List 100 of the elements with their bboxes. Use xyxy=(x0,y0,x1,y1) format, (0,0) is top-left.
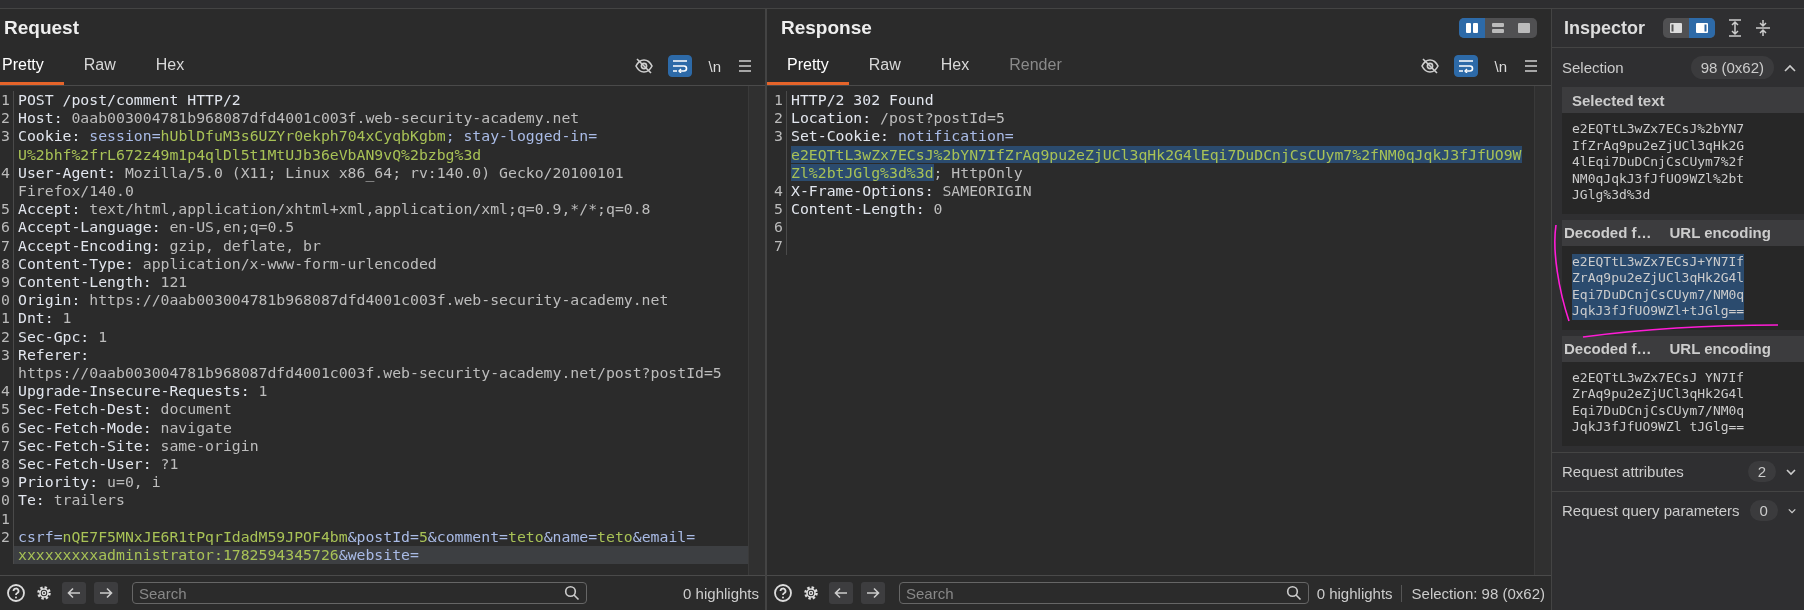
code-line: Te: trailers xyxy=(17,491,126,510)
line-number: 2 xyxy=(0,109,14,128)
help-icon[interactable] xyxy=(773,583,793,603)
code-line: Sec-Fetch-Site: same-origin xyxy=(17,436,260,456)
code-line: U%2bhf%2frL672z49m1p4qlDl5t1MtUJb36eVbAN9vQ%2bzbg%3d xyxy=(17,145,483,164)
expand-icon[interactable] xyxy=(1727,19,1744,37)
scrollbar[interactable] xyxy=(1534,86,1551,575)
newline-toggle[interactable]: \n xyxy=(1492,57,1509,75)
chevron-up-icon[interactable] xyxy=(1784,62,1796,73)
group-label[interactable]: Request query parameters xyxy=(1562,502,1740,519)
code-line: POST /post/comment HTTP/2 xyxy=(17,91,242,110)
code-line: Sec-Fetch-User: ?1 xyxy=(17,455,180,474)
newline-toggle[interactable]: \n xyxy=(706,57,723,75)
collapse-icon[interactable] xyxy=(1755,19,1772,37)
editor-tab[interactable]: Pretty xyxy=(767,47,849,85)
section-header: Decoded f… xyxy=(1564,340,1652,357)
eye-off-icon[interactable] xyxy=(1420,57,1441,75)
code-line: Accept: text/html,application/xhtml+xml,application/xml;q=0.9,*/*;q=0.8 xyxy=(17,200,652,219)
line-number: 6 xyxy=(767,218,787,237)
code-line: Sec-Fetch-Mode: navigate xyxy=(17,418,233,437)
settings-icon[interactable] xyxy=(801,583,821,603)
selection-count: 98 (0x62) xyxy=(1690,56,1774,79)
line-number: 4 xyxy=(0,163,14,201)
code-line: Sec-Gpc: 1 xyxy=(17,327,109,346)
line-number: 4 xyxy=(767,182,787,201)
code-line: csrf=nQE7F5MNxJE6R1tPqrIdadM59JPOF4bm&postId=5&comment=teto&name=teto&email= xyxy=(17,527,697,547)
help-icon[interactable] xyxy=(6,583,26,603)
settings-icon[interactable] xyxy=(34,583,54,603)
line-number: 2 xyxy=(767,109,787,128)
line-number: 5 xyxy=(0,400,14,419)
group-label[interactable]: Request attributes xyxy=(1562,463,1738,480)
line-number: 4 xyxy=(0,382,14,401)
columns-layout-icon[interactable] xyxy=(1459,18,1485,38)
editor-tab[interactable]: Hex xyxy=(135,47,205,85)
line-number: 6 xyxy=(0,218,14,237)
eye-off-icon[interactable] xyxy=(634,57,655,75)
code-line: Host: 0aab003004781b968087dfd4001c003f.web-security-academy.net xyxy=(17,109,581,128)
selection-label: Selection xyxy=(1562,59,1625,76)
line-number: 9 xyxy=(0,473,14,492)
code-line: HTTP/2 302 Found xyxy=(790,91,935,110)
line-number: 7 xyxy=(0,236,14,255)
code-line: Content-Length: 121 xyxy=(17,273,189,292)
editor-tab[interactable]: Pretty xyxy=(0,47,64,85)
line-number: 1 xyxy=(0,509,14,528)
highlights-count: 0 highlights xyxy=(1316,584,1393,602)
scrollbar[interactable] xyxy=(748,86,765,575)
code-line: Firefox/140.0 xyxy=(17,182,135,201)
code-line: Origin: https://0aab003004781b968087dfd4001c003f.web-security-academy.net xyxy=(17,291,670,310)
decoded-text: e2EQTtL3wZx7ECsJ+YN7IfZrAq9pu2eZjUCl3qHk2G4lEqi7DuDCnjCsCUym7/NM0qJqkJ3fJfUO9WZl+tJGlg== xyxy=(1572,253,1745,320)
layout-toggle[interactable] xyxy=(1459,18,1537,38)
line-number: 2 xyxy=(0,327,14,346)
panel-title: Response xyxy=(781,17,872,39)
code-line: Referer: xyxy=(17,345,91,365)
decoded-text: e2EQTtL3wZx7ECsJ YN7IfZrAq9pu2eZjUCl3qHk2G4lEqi7DuDCnjCsCUym7/NM0qJqkJ3fJfUO9WZl tJGlg== xyxy=(1572,369,1745,436)
selected-text: e2EQTtL3wZx7ECsJ%2bYN7IfZrAq9pu2eZjUCl3qHk2G4lEqi7DuDCnjCsCUym7%2fNM0qJqkJ3fJfUO9WZl%2btJGlg%3d%3d xyxy=(1572,121,1745,204)
code-line: Content-Type: application/x-www-form-urlencoded xyxy=(17,254,438,274)
panel-title: Request xyxy=(4,17,79,39)
wrap-lines-icon[interactable] xyxy=(1454,55,1479,77)
line-number: 3 xyxy=(767,127,787,182)
selection-info: Selection: 98 (0x62) xyxy=(1400,584,1545,602)
search-field[interactable]: Search xyxy=(899,582,1309,604)
menu-icon[interactable] xyxy=(1523,59,1539,73)
line-number: 1 xyxy=(0,309,14,328)
section-header: Decoded f… xyxy=(1564,224,1652,241)
line-number: 6 xyxy=(0,418,14,437)
search-field[interactable]: Search xyxy=(132,582,587,604)
search-icon xyxy=(1285,585,1302,601)
editor-tab[interactable]: Raw xyxy=(848,47,921,85)
code-line: Location: /post?postId=5 xyxy=(790,109,1006,128)
code-line: Accept-Language: en-US,en;q=0.5 xyxy=(17,218,296,237)
code-line: Priority: u=0, i xyxy=(17,473,162,492)
encoding-label[interactable]: URL encoding xyxy=(1669,340,1771,357)
code-line: Accept-Encoding: gzip, deflate, br xyxy=(17,236,322,255)
section-header: Selected text xyxy=(1562,87,1804,113)
code-line: Upgrade-Insecure-Requests: 1 xyxy=(17,382,269,401)
wrap-lines-icon[interactable] xyxy=(668,55,693,77)
code-line: Sec-Fetch-Dest: document xyxy=(17,400,233,419)
encoding-label[interactable]: URL encoding xyxy=(1669,224,1771,241)
line-number: 3 xyxy=(0,127,14,164)
line-number: 8 xyxy=(0,254,14,274)
menu-icon[interactable] xyxy=(737,59,753,73)
editor-tab[interactable]: Raw xyxy=(63,47,136,85)
right-panel-icon[interactable] xyxy=(1689,18,1716,38)
editor-tab[interactable]: Hex xyxy=(920,47,990,85)
code-line: X-Frame-Options: SAMEORIGIN xyxy=(790,182,1033,201)
line-number: 8 xyxy=(0,455,14,474)
group-count: 2 xyxy=(1747,461,1776,482)
code-line: Cookie: session=hUblDfuM3s6UZYr0ekph704xCyqbKgbm; stay-logged-in= xyxy=(17,127,599,146)
line-number: 1 xyxy=(767,91,787,110)
chevron-down-icon[interactable] xyxy=(1787,506,1796,515)
line-number: 5 xyxy=(767,200,787,219)
line-number: 5 xyxy=(0,200,14,219)
code-line: Zl%2btJGlg%3d%3d; HttpOnly xyxy=(790,163,1024,182)
line-number: 9 xyxy=(0,273,14,292)
search-icon xyxy=(564,585,580,601)
line-number: 1 xyxy=(0,91,14,110)
group-count: 0 xyxy=(1749,500,1778,521)
line-number: 0 xyxy=(0,491,14,510)
line-number: 7 xyxy=(0,436,14,456)
chevron-down-icon[interactable] xyxy=(1786,467,1796,476)
